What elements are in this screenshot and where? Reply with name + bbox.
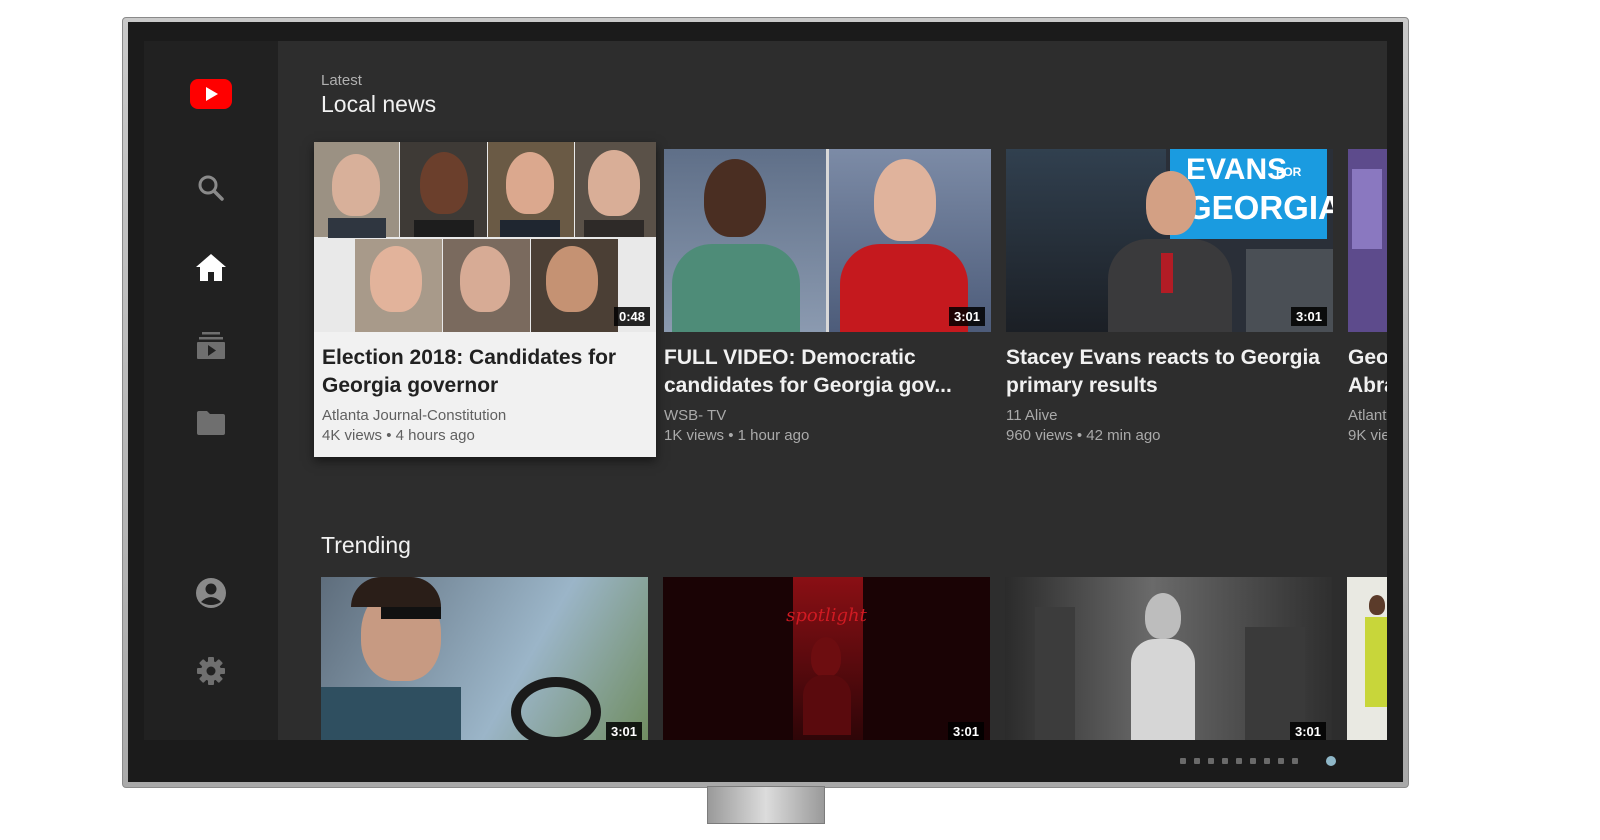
youtube-logo[interactable] [144, 69, 278, 119]
video-card[interactable]: Geo Abra Atlant 9K vie [1348, 149, 1387, 449]
sidebar-item-account[interactable] [144, 568, 278, 618]
gear-icon [197, 657, 225, 685]
section-title-trending: Trending [321, 532, 411, 558]
thumbnail-text: EVANS [1186, 153, 1288, 186]
main-content: Latest Local news 0:48 Election 2018: Ca… [278, 41, 1387, 740]
section-title-local-news: Local news [321, 91, 437, 117]
video-card[interactable]: spotlight 3:01 [663, 577, 990, 740]
sidebar [144, 41, 278, 740]
tv-stand [707, 786, 825, 824]
video-thumbnail: EVANS FOR GEORGIA 3:01 [1006, 149, 1333, 332]
video-card[interactable]: 3:01 [321, 577, 648, 740]
video-channel: Atlanta Journal-Constitution [322, 407, 507, 424]
video-thumbnail [1347, 577, 1387, 740]
video-duration: 3:01 [605, 722, 642, 740]
thumbnail-text: GEORGIA [1186, 189, 1333, 226]
video-thumbnail: 3:01 [664, 149, 991, 332]
sidebar-item-subscriptions[interactable] [144, 320, 278, 370]
video-duration: 0:48 [613, 307, 650, 326]
video-meta: 4K views • 4 hours ago [322, 427, 475, 444]
tv-control-buttons [1180, 756, 1330, 766]
video-card[interactable]: 3:01 [1005, 577, 1332, 740]
video-thumbnail [1348, 149, 1387, 332]
search-icon [198, 175, 224, 201]
video-title: FULL VIDEO: Democratic candidates for Ge… [664, 346, 952, 397]
video-duration: 3:01 [1289, 722, 1326, 740]
video-channel: 11 Alive [1006, 407, 1058, 424]
video-duration: 3:01 [947, 722, 984, 740]
video-thumbnail: 3:01 [321, 577, 648, 740]
video-thumbnail: 3:01 [1005, 577, 1332, 740]
sidebar-item-search[interactable] [144, 163, 278, 213]
tv-power-led [1326, 756, 1336, 766]
folder-icon [197, 411, 225, 435]
video-channel: WSB- TV [664, 407, 727, 424]
video-channel: Atlant [1348, 407, 1387, 424]
video-card[interactable]: 0:48 Election 2018: Candidates for Georg… [314, 142, 656, 457]
sidebar-item-settings[interactable] [144, 646, 278, 696]
home-icon [196, 254, 226, 281]
video-thumbnail: spotlight 3:01 [663, 577, 990, 740]
video-title: Stacey Evans reacts to Georgia primary r… [1006, 346, 1320, 397]
video-duration: 3:01 [948, 307, 985, 326]
sidebar-item-library[interactable] [144, 398, 278, 448]
video-thumbnail: 0:48 [314, 142, 656, 332]
account-icon [196, 578, 226, 608]
video-duration: 3:01 [1290, 307, 1327, 326]
youtube-logo-icon [190, 79, 232, 109]
thumbnail-text: FOR [1276, 165, 1302, 179]
video-title: Election 2018: Candidates for Georgia go… [322, 346, 617, 397]
video-meta: 9K vie [1348, 427, 1387, 444]
video-card[interactable]: 3:01 FULL VIDEO: Democratic candidates f… [664, 149, 991, 449]
section-label: Latest [321, 72, 362, 89]
video-card[interactable]: EVANS FOR GEORGIA 3:01 Stacey Evans reac… [1006, 149, 1333, 449]
youtube-tv-screen: Latest Local news 0:48 Election 2018: Ca… [144, 41, 1387, 740]
thumbnail-text: spotlight [786, 605, 867, 626]
video-card[interactable] [1347, 577, 1387, 740]
video-meta: 960 views • 42 min ago [1006, 427, 1161, 444]
sidebar-item-home[interactable] [144, 242, 278, 292]
subscriptions-icon [197, 332, 225, 359]
video-meta: 1K views • 1 hour ago [664, 427, 810, 444]
video-title: Geo Abra [1348, 346, 1387, 397]
